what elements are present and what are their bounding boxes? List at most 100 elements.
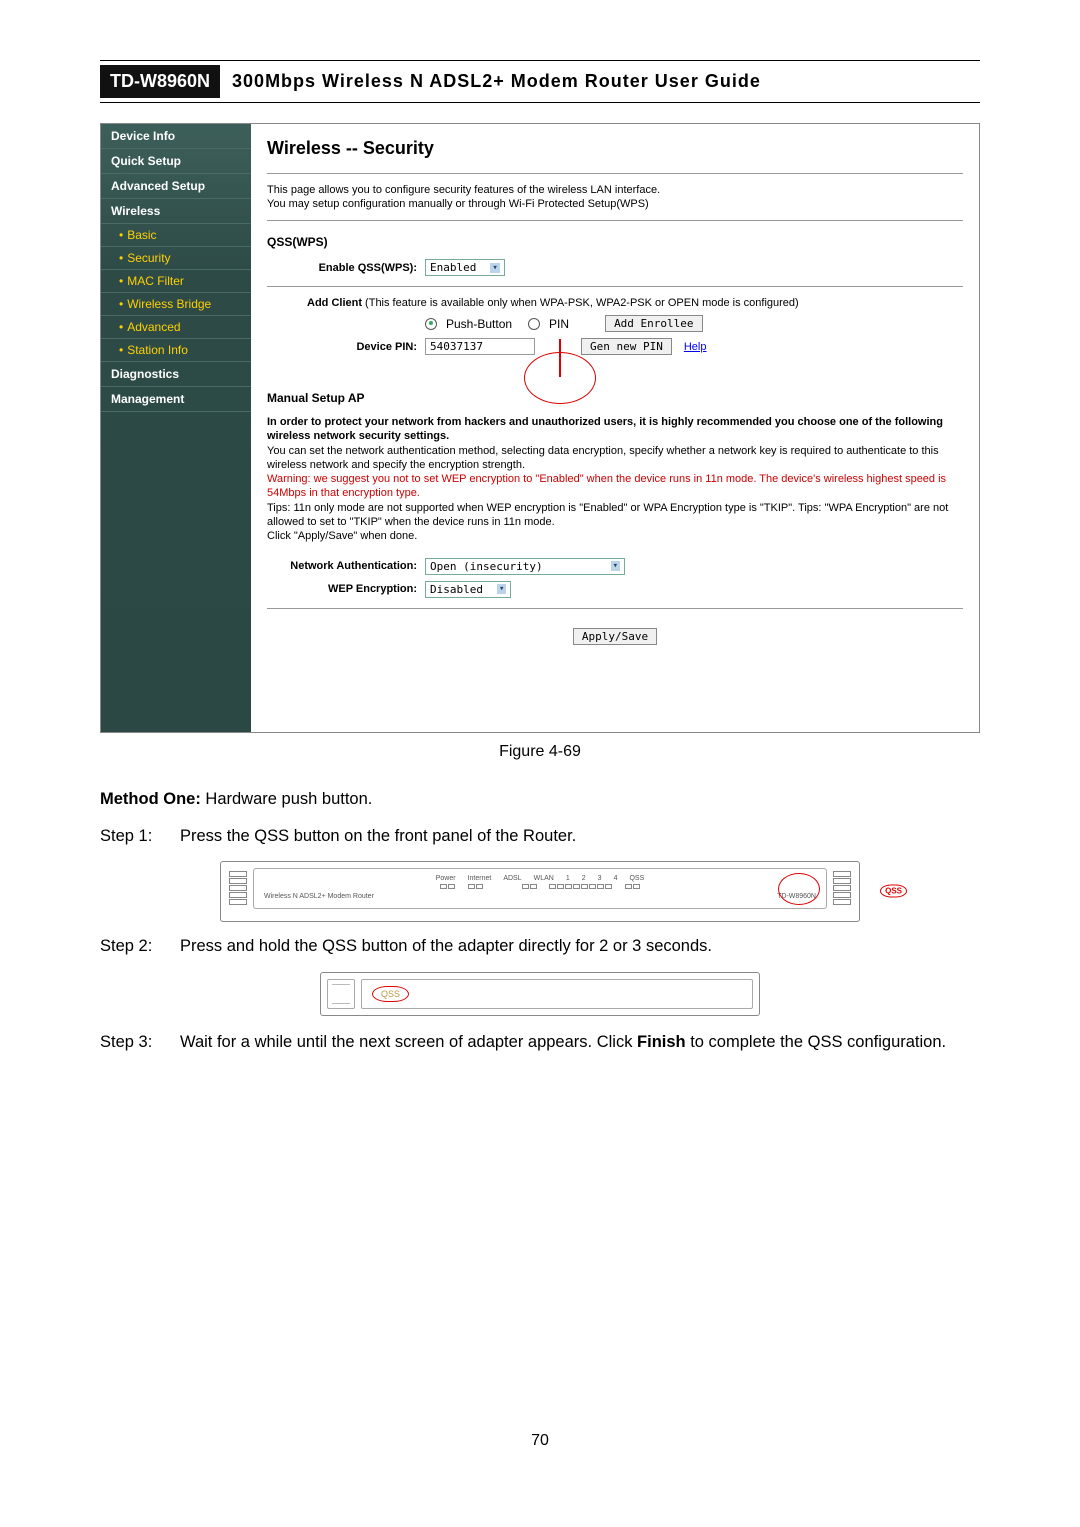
sidebar-item-wireless-bridge[interactable]: Wireless Bridge xyxy=(101,293,251,316)
sidebar-item-quick-setup[interactable]: Quick Setup xyxy=(101,149,251,174)
push-button-label: Push-Button xyxy=(446,317,512,331)
add-client-label: Add Client xyxy=(307,297,362,309)
router-diagram: Power Internet ADSL WLAN 1 2 3 4 QSS xyxy=(220,861,860,922)
add-client-block: Add Client (This feature is available on… xyxy=(307,297,963,309)
step-1-num: Step 1: xyxy=(100,824,180,849)
wep-select[interactable]: Disabled ▾ xyxy=(425,581,511,598)
panel-bottom-row: Wireless N ADSL2+ Modem Router TD-W8960N xyxy=(264,893,816,900)
sidebar-item-management[interactable]: Management xyxy=(101,387,251,412)
figure-caption: Figure 4-69 xyxy=(100,743,980,761)
left-ports xyxy=(229,871,247,905)
gen-new-pin-button[interactable]: Gen new PIN xyxy=(581,338,672,355)
led-power: Power xyxy=(436,875,456,882)
qss-button-callout xyxy=(778,873,820,905)
step-1: Step 1: Press the QSS button on the fron… xyxy=(100,824,980,849)
title-bar: TD-W8960N 300Mbps Wireless N ADSL2+ Mode… xyxy=(100,65,980,98)
sidebar-item-wireless[interactable]: Wireless xyxy=(101,199,251,224)
warn-red: Warning: we suggest you not to set WEP e… xyxy=(267,472,963,501)
wep-label: WEP Encryption: xyxy=(267,583,425,595)
led-1: 1 xyxy=(566,875,570,882)
warn-1: You can set the network authentication m… xyxy=(267,444,963,473)
wep-value: Disabled xyxy=(430,583,483,596)
sidebar-item-basic[interactable]: Basic xyxy=(101,224,251,247)
add-client-note: (This feature is available only when WPA… xyxy=(362,297,799,309)
warn-2: Tips: 11n only mode are not supported wh… xyxy=(267,501,963,530)
step-2-text: Press and hold the QSS button of the ada… xyxy=(180,934,980,959)
qss-heading: QSS(WPS) xyxy=(267,235,963,249)
net-auth-label: Network Authentication: xyxy=(267,560,425,572)
led-internet: Internet xyxy=(468,875,492,882)
step-1-text: Press the QSS button on the front panel … xyxy=(180,824,980,849)
content-rule-4 xyxy=(267,608,963,609)
pin-radio[interactable] xyxy=(528,318,540,330)
led-4: 4 xyxy=(614,875,618,882)
step-3: Step 3: Wait for a while until the next … xyxy=(100,1030,980,1055)
step-3-text: Wait for a while until the next screen o… xyxy=(180,1030,980,1055)
device-pin-row: Device PIN: 54037137 Gen new PIN Help xyxy=(267,338,963,355)
adapter-body: QSS xyxy=(361,979,753,1009)
sidebar-item-diagnostics[interactable]: Diagnostics xyxy=(101,362,251,387)
model-badge: TD-W8960N xyxy=(100,65,220,98)
qss-callout-label: QSS xyxy=(880,885,907,898)
red-callout-line xyxy=(559,339,561,377)
net-auth-select[interactable]: Open (insecurity) ▾ xyxy=(425,558,625,575)
apply-row: Apply/Save xyxy=(267,629,963,643)
enable-qss-value: Enabled xyxy=(430,261,476,274)
step-3-num: Step 3: xyxy=(100,1030,180,1055)
content-rule-3 xyxy=(267,286,963,287)
content-rule-2 xyxy=(267,220,963,221)
led-2: 2 xyxy=(582,875,586,882)
sidebar-nav: Device Info Quick Setup Advanced Setup W… xyxy=(101,124,251,732)
net-auth-value: Open (insecurity) xyxy=(430,560,543,573)
router-ui-screenshot: Device Info Quick Setup Advanced Setup W… xyxy=(100,123,980,733)
pin-label: PIN xyxy=(549,317,569,331)
led-qss: QSS xyxy=(629,875,644,882)
guide-title: 300Mbps Wireless N ADSL2+ Modem Router U… xyxy=(232,71,761,92)
apply-save-button[interactable]: Apply/Save xyxy=(573,628,657,645)
page-title: Wireless -- Security xyxy=(267,138,963,159)
enable-qss-label: Enable QSS(WPS): xyxy=(267,262,425,274)
device-pin-input[interactable]: 54037137 xyxy=(425,338,535,355)
sidebar-item-advanced-setup[interactable]: Advanced Setup xyxy=(101,174,251,199)
chevron-down-icon: ▾ xyxy=(497,584,506,594)
router-left-label: Wireless N ADSL2+ Modem Router xyxy=(264,893,374,900)
content-panel: Wireless -- Security This page allows yo… xyxy=(251,124,979,732)
help-link[interactable]: Help xyxy=(684,341,707,353)
wep-row: WEP Encryption: Disabled ▾ xyxy=(267,581,963,598)
adapter-connector xyxy=(327,979,355,1009)
mode-row: Push-Button PIN Add Enrollee xyxy=(267,315,963,332)
led-wlan: WLAN xyxy=(534,875,554,882)
led-labels: Power Internet ADSL WLAN 1 2 3 4 QSS xyxy=(264,875,816,882)
device-pin-label: Device PIN: xyxy=(267,341,425,353)
method-one-line: Method One: Hardware push button. xyxy=(100,787,980,812)
step-2-num: Step 2: xyxy=(100,934,180,959)
router-face: Power Internet ADSL WLAN 1 2 3 4 QSS xyxy=(253,868,827,909)
title-rule xyxy=(100,102,980,103)
warning-block: In order to protect your network from ha… xyxy=(267,415,963,544)
intro-text-2: You may setup configuration manually or … xyxy=(267,198,963,210)
net-auth-row: Network Authentication: Open (insecurity… xyxy=(267,558,963,575)
router-panel: Power Internet ADSL WLAN 1 2 3 4 QSS xyxy=(220,861,860,922)
manual-setup-heading: Manual Setup AP xyxy=(267,391,963,405)
enable-qss-row: Enable QSS(WPS): Enabled ▾ xyxy=(267,259,963,276)
led-row xyxy=(264,884,816,889)
step-2: Step 2: Press and hold the QSS button of… xyxy=(100,934,980,959)
figure-wrap: Device Info Quick Setup Advanced Setup W… xyxy=(100,123,980,733)
sidebar-item-security[interactable]: Security xyxy=(101,247,251,270)
chevron-down-icon: ▾ xyxy=(490,263,499,273)
warn-3: Click "Apply/Save" when done. xyxy=(267,529,963,543)
led-3: 3 xyxy=(598,875,602,882)
method-one-rest: Hardware push button. xyxy=(201,790,373,808)
sidebar-item-advanced[interactable]: Advanced xyxy=(101,316,251,339)
method-one-bold: Method One: xyxy=(100,790,201,808)
enable-qss-select[interactable]: Enabled ▾ xyxy=(425,259,505,276)
add-enrollee-button[interactable]: Add Enrollee xyxy=(605,315,702,332)
sidebar-item-device-info[interactable]: Device Info xyxy=(101,124,251,149)
sidebar-item-station-info[interactable]: Station Info xyxy=(101,339,251,362)
sidebar-item-mac-filter[interactable]: MAC Filter xyxy=(101,270,251,293)
adapter-panel: QSS xyxy=(320,972,760,1016)
led-adsl: ADSL xyxy=(503,875,521,882)
push-button-radio[interactable] xyxy=(425,318,437,330)
right-ports xyxy=(833,871,851,905)
adapter-diagram: QSS xyxy=(320,972,760,1016)
